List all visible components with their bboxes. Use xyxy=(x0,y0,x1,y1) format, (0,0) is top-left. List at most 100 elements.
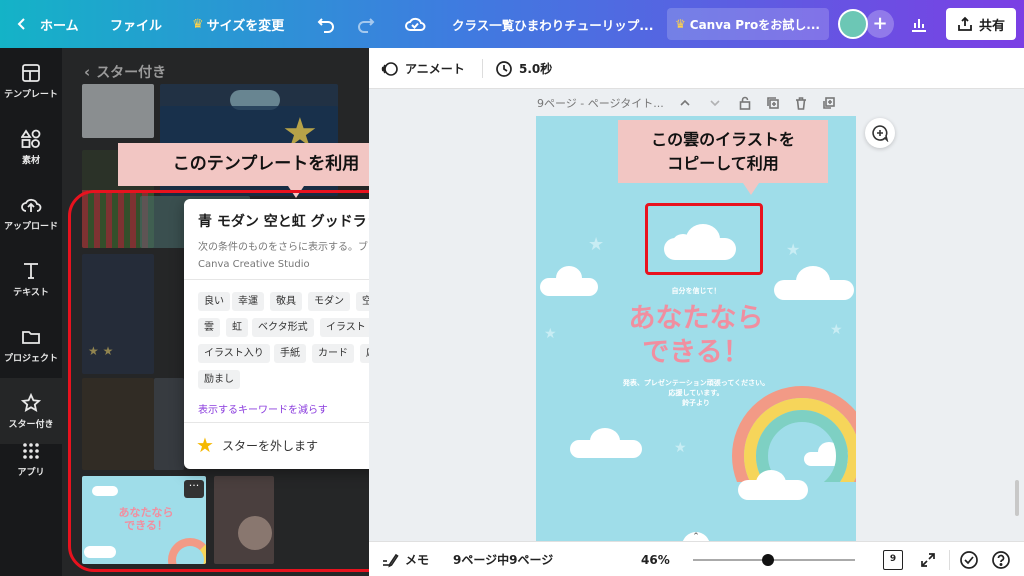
scrollbar[interactable] xyxy=(1015,480,1019,516)
star-decoration: ★ xyxy=(674,440,687,456)
canva-editor: ホーム ファイル ♛ サイズを変更 クラス一覧ひまわりチューリップ... ♛ C… xyxy=(0,0,1024,576)
folder-icon xyxy=(22,330,40,344)
zoom-percentage[interactable]: 46% xyxy=(641,542,670,576)
star-decoration: ★ xyxy=(786,240,801,259)
canvas-area: アニメート 5.0秒 9ページ - ページタイト... ★ ★ ★ ★ ★ 自分… xyxy=(369,48,1024,576)
rail-item-text[interactable]: テキスト xyxy=(0,246,62,312)
file-menu[interactable]: ファイル xyxy=(110,0,162,48)
pro-trial-label: Canva Proをお試し... xyxy=(689,17,820,32)
design-headline[interactable]: あなたなら できる！ xyxy=(536,302,856,370)
notes-label: メモ xyxy=(405,553,430,567)
help-button[interactable] xyxy=(991,542,1011,576)
share-button[interactable]: 共有 xyxy=(946,8,1016,40)
cloud-save-status[interactable] xyxy=(404,0,426,48)
rainbow-illustration[interactable] xyxy=(732,386,856,532)
bar-chart-icon xyxy=(912,19,926,32)
comment-button[interactable] xyxy=(865,118,895,148)
rail-item-templates[interactable]: テンプレート xyxy=(0,48,62,114)
rail-label: テンプレート xyxy=(4,89,58,100)
notes-button[interactable]: メモ xyxy=(381,542,429,576)
resize-label: サイズを変更 xyxy=(206,18,285,34)
redo-button[interactable] xyxy=(356,0,376,48)
check-circle-icon xyxy=(960,550,978,569)
undo-icon xyxy=(317,18,334,33)
chevron-left-icon xyxy=(17,18,25,30)
divider xyxy=(949,550,950,570)
panel-title: スター付き xyxy=(96,65,167,81)
canva-pro-trial-button[interactable]: ♛ Canva Proをお試し... xyxy=(667,8,829,40)
check-button[interactable] xyxy=(959,542,979,576)
rail-label: プロジェクト xyxy=(3,353,58,364)
document-title-text: クラス一覧ひまわりチューリップ... xyxy=(452,17,654,33)
avatar[interactable] xyxy=(838,9,868,39)
help-icon xyxy=(992,550,1010,569)
rail-label: 素材 xyxy=(21,155,40,166)
redo-icon xyxy=(358,18,375,33)
rail-label: アプリ xyxy=(17,467,45,478)
canvas-toolbar: アニメート 5.0秒 xyxy=(369,48,1024,89)
animate-icon xyxy=(381,61,398,76)
animate-button[interactable]: アニメート xyxy=(381,48,465,89)
upload-icon xyxy=(958,16,972,31)
bottom-bar: メモ 9ページ中9ページ 46% 9 xyxy=(369,541,1024,576)
divider xyxy=(482,59,483,78)
clock-icon xyxy=(496,60,512,77)
apps-grid-icon xyxy=(23,442,39,459)
crown-icon: ♛ xyxy=(192,16,204,32)
share-label: 共有 xyxy=(978,18,1005,34)
shapes-icon xyxy=(21,128,41,148)
home-button[interactable]: ホーム xyxy=(14,0,79,48)
chevron-up-icon[interactable] xyxy=(678,96,692,110)
notes-pencil-icon xyxy=(383,553,399,567)
undo-button[interactable] xyxy=(316,0,336,48)
fullscreen-button[interactable] xyxy=(920,542,936,576)
file-label: ファイル xyxy=(110,18,163,34)
headline-line-2: できる！ xyxy=(642,337,750,368)
cloud-check-icon xyxy=(405,17,426,31)
rail-label: テキスト xyxy=(13,287,49,298)
insights-button[interactable] xyxy=(910,0,928,48)
page-number-badge: 9 xyxy=(883,549,903,570)
callout-copy-cloud: この雲のイラストを コピーして利用 xyxy=(618,120,828,183)
design-subheading[interactable]: 自分を信じて！ xyxy=(536,286,856,296)
cloud-upload-icon xyxy=(21,198,42,212)
comment-add-icon xyxy=(872,125,889,142)
duration-button[interactable]: 5.0秒 xyxy=(495,48,552,89)
page-title-label[interactable]: 9ページ - ページタイト... xyxy=(537,95,664,111)
crown-icon: ♛ xyxy=(675,17,686,31)
expand-icon xyxy=(921,552,935,567)
add-collaborator-button[interactable]: + xyxy=(866,10,894,38)
lock-icon[interactable] xyxy=(738,96,752,110)
page-header: 9ページ - ページタイト... xyxy=(537,92,836,114)
template-thumbnail[interactable] xyxy=(82,84,154,138)
chevron-left-icon: ‹ xyxy=(84,63,91,81)
page-grid-button[interactable]: 9 xyxy=(883,542,903,576)
rail-label: アップロード xyxy=(3,221,58,232)
trash-icon[interactable] xyxy=(794,96,808,110)
star-icon xyxy=(21,392,41,412)
top-bar: ホーム ファイル ♛ サイズを変更 クラス一覧ひまわりチューリップ... ♛ C… xyxy=(0,0,1024,48)
text-icon xyxy=(24,262,38,279)
page-counter[interactable]: 9ページ中9ページ xyxy=(453,542,553,576)
duration-label: 5.0秒 xyxy=(519,62,553,76)
headline-line-1: あなたなら xyxy=(628,303,764,334)
document-title[interactable]: クラス一覧ひまわりチューリップ... xyxy=(452,0,654,48)
zoom-slider-thumb[interactable] xyxy=(761,554,774,566)
rail-item-elements[interactable]: 素材 xyxy=(0,114,62,180)
star-decoration: ★ xyxy=(588,234,605,255)
zoom-slider-track[interactable] xyxy=(693,554,855,566)
panel-back-button[interactable]: ‹ スター付き xyxy=(84,62,166,82)
chevron-down-icon[interactable] xyxy=(708,96,722,110)
rail-item-projects[interactable]: プロジェクト xyxy=(0,312,62,378)
rail-item-uploads[interactable]: アップロード xyxy=(0,180,62,246)
side-nav-rail: テンプレート 素材 アップロード テキスト プロジェクト スター付き アプリ xyxy=(0,48,62,576)
add-page-icon[interactable] xyxy=(822,96,836,110)
animate-label: アニメート xyxy=(405,62,465,76)
highlight-box-cloud xyxy=(645,203,763,275)
resize-button[interactable]: ♛ サイズを変更 xyxy=(192,0,284,48)
home-label: ホーム xyxy=(40,18,79,34)
rail-item-apps[interactable]: アプリ xyxy=(0,426,62,492)
cloud-decoration xyxy=(570,428,642,458)
callout-pointer xyxy=(743,183,759,195)
duplicate-page-icon[interactable] xyxy=(766,96,780,110)
